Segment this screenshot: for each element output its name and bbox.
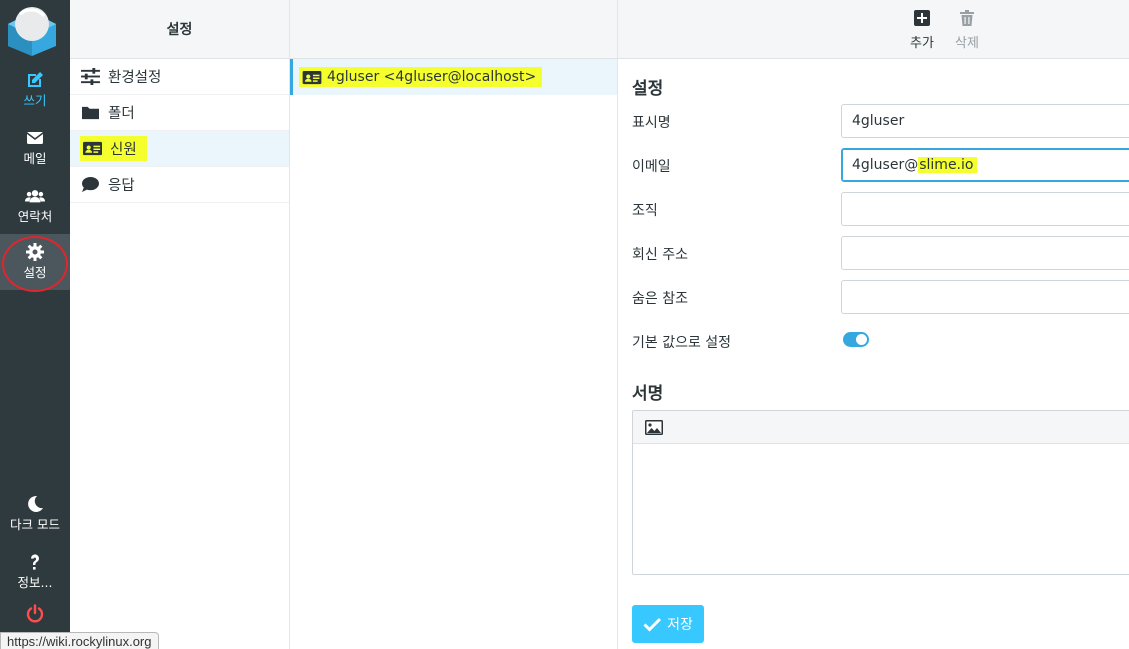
email-label: 이메일: [632, 159, 671, 175]
add-button[interactable]: 추가: [900, 10, 944, 51]
toggle-knob: [856, 334, 867, 345]
set-default-label: 기본 값으로 설정: [632, 335, 732, 351]
email-value-domain: slime.io: [918, 157, 978, 173]
id-card-icon: [302, 70, 322, 84]
reply-to-label: 회신 주소: [632, 247, 688, 263]
identity-row[interactable]: 4gluser <4gluser@localhost>: [290, 59, 617, 95]
delete-label: 삭제: [955, 36, 979, 51]
gear-icon: [0, 234, 70, 261]
nav-item-preferences[interactable]: 환경설정: [70, 59, 289, 95]
save-label: 저장: [667, 617, 693, 633]
highlight-mark: 신원: [80, 136, 147, 161]
compose-button[interactable]: 쓰기: [0, 62, 70, 118]
mail-button[interactable]: 메일: [0, 120, 70, 176]
question-icon: [0, 544, 70, 570]
organization-input[interactable]: [841, 192, 1129, 226]
nav-item-responses[interactable]: 응답: [70, 167, 289, 203]
contacts-label: 연락처: [17, 209, 53, 224]
nav-item-label: 환경설정: [108, 70, 162, 86]
about-button[interactable]: 정보...: [0, 544, 70, 600]
bcc-input[interactable]: [841, 280, 1129, 314]
settings-button[interactable]: 설정: [0, 234, 70, 290]
dark-mode-button[interactable]: 다크 모드: [0, 486, 70, 542]
moon-icon: [0, 486, 70, 512]
identities-list-panel: 4gluser <4gluser@localhost>: [290, 0, 618, 649]
bcc-label: 숨은 참조: [632, 291, 688, 307]
reply-to-input[interactable]: [841, 236, 1129, 270]
nav-item-identities[interactable]: 신원: [70, 131, 289, 167]
nav-item-label: 폴더: [108, 106, 135, 122]
about-label: 정보...: [17, 575, 53, 590]
email-input[interactable]: 4gluser@ slime.io: [841, 148, 1129, 182]
plus-square-icon: [914, 10, 930, 26]
settings-label: 설정: [23, 265, 47, 280]
nav-item-label: 신원: [110, 142, 137, 158]
add-label: 추가: [910, 36, 934, 51]
trash-icon: [960, 10, 974, 26]
nav-item-folders[interactable]: 폴더: [70, 95, 289, 131]
set-default-toggle[interactable]: [843, 332, 869, 347]
roundcube-logo[interactable]: [6, 4, 58, 56]
compose-label: 쓰기: [23, 93, 47, 108]
email-value-prefix: 4gluser@: [852, 157, 919, 173]
folder-icon: [80, 104, 100, 122]
organization-label: 조직: [632, 203, 658, 219]
save-button[interactable]: 저장: [632, 605, 704, 643]
logout-button[interactable]: [0, 604, 70, 628]
identity-label: 4gluser <4gluser@localhost>: [327, 69, 537, 85]
nav-item-label: 응답: [108, 178, 135, 194]
comment-icon: [80, 176, 100, 194]
mail-label: 메일: [23, 151, 47, 166]
check-icon: [643, 617, 662, 632]
identity-edit-panel: 추가 삭제 설정 표시명 4gluser 이메일 4gluser@ slime.i…: [618, 0, 1129, 649]
signature-editor[interactable]: [632, 410, 1129, 575]
display-name-label: 표시명: [632, 115, 671, 131]
envelope-icon: [0, 120, 70, 146]
signature-section-title: 서명: [632, 384, 664, 404]
id-card-icon: [82, 140, 102, 158]
contacts-button[interactable]: 연락처: [0, 178, 70, 234]
editor-toolbar: [633, 411, 1129, 444]
users-icon: [0, 178, 70, 204]
display-name-input[interactable]: 4gluser: [841, 104, 1129, 138]
settings-section-title: 설정: [632, 79, 664, 99]
toolbar: 추가 삭제: [618, 0, 1129, 59]
settings-nav-panel: 설정 환경설정 폴더 신원 응답: [70, 0, 290, 649]
dark-mode-label: 다크 모드: [10, 517, 60, 532]
status-url-bar: https://wiki.rockylinux.org: [0, 632, 159, 649]
identities-header: [290, 0, 617, 59]
app-rail: 쓰기 메일 연락처 설정 다크 모드 정보...: [0, 0, 70, 649]
delete-button[interactable]: 삭제: [945, 10, 989, 51]
compose-icon: [0, 62, 70, 88]
settings-nav-title: 설정: [70, 0, 289, 59]
power-icon: [25, 604, 45, 628]
highlight-mark: 4gluser <4gluser@localhost>: [299, 67, 543, 87]
sliders-icon: [80, 68, 100, 86]
image-icon[interactable]: [645, 419, 663, 435]
